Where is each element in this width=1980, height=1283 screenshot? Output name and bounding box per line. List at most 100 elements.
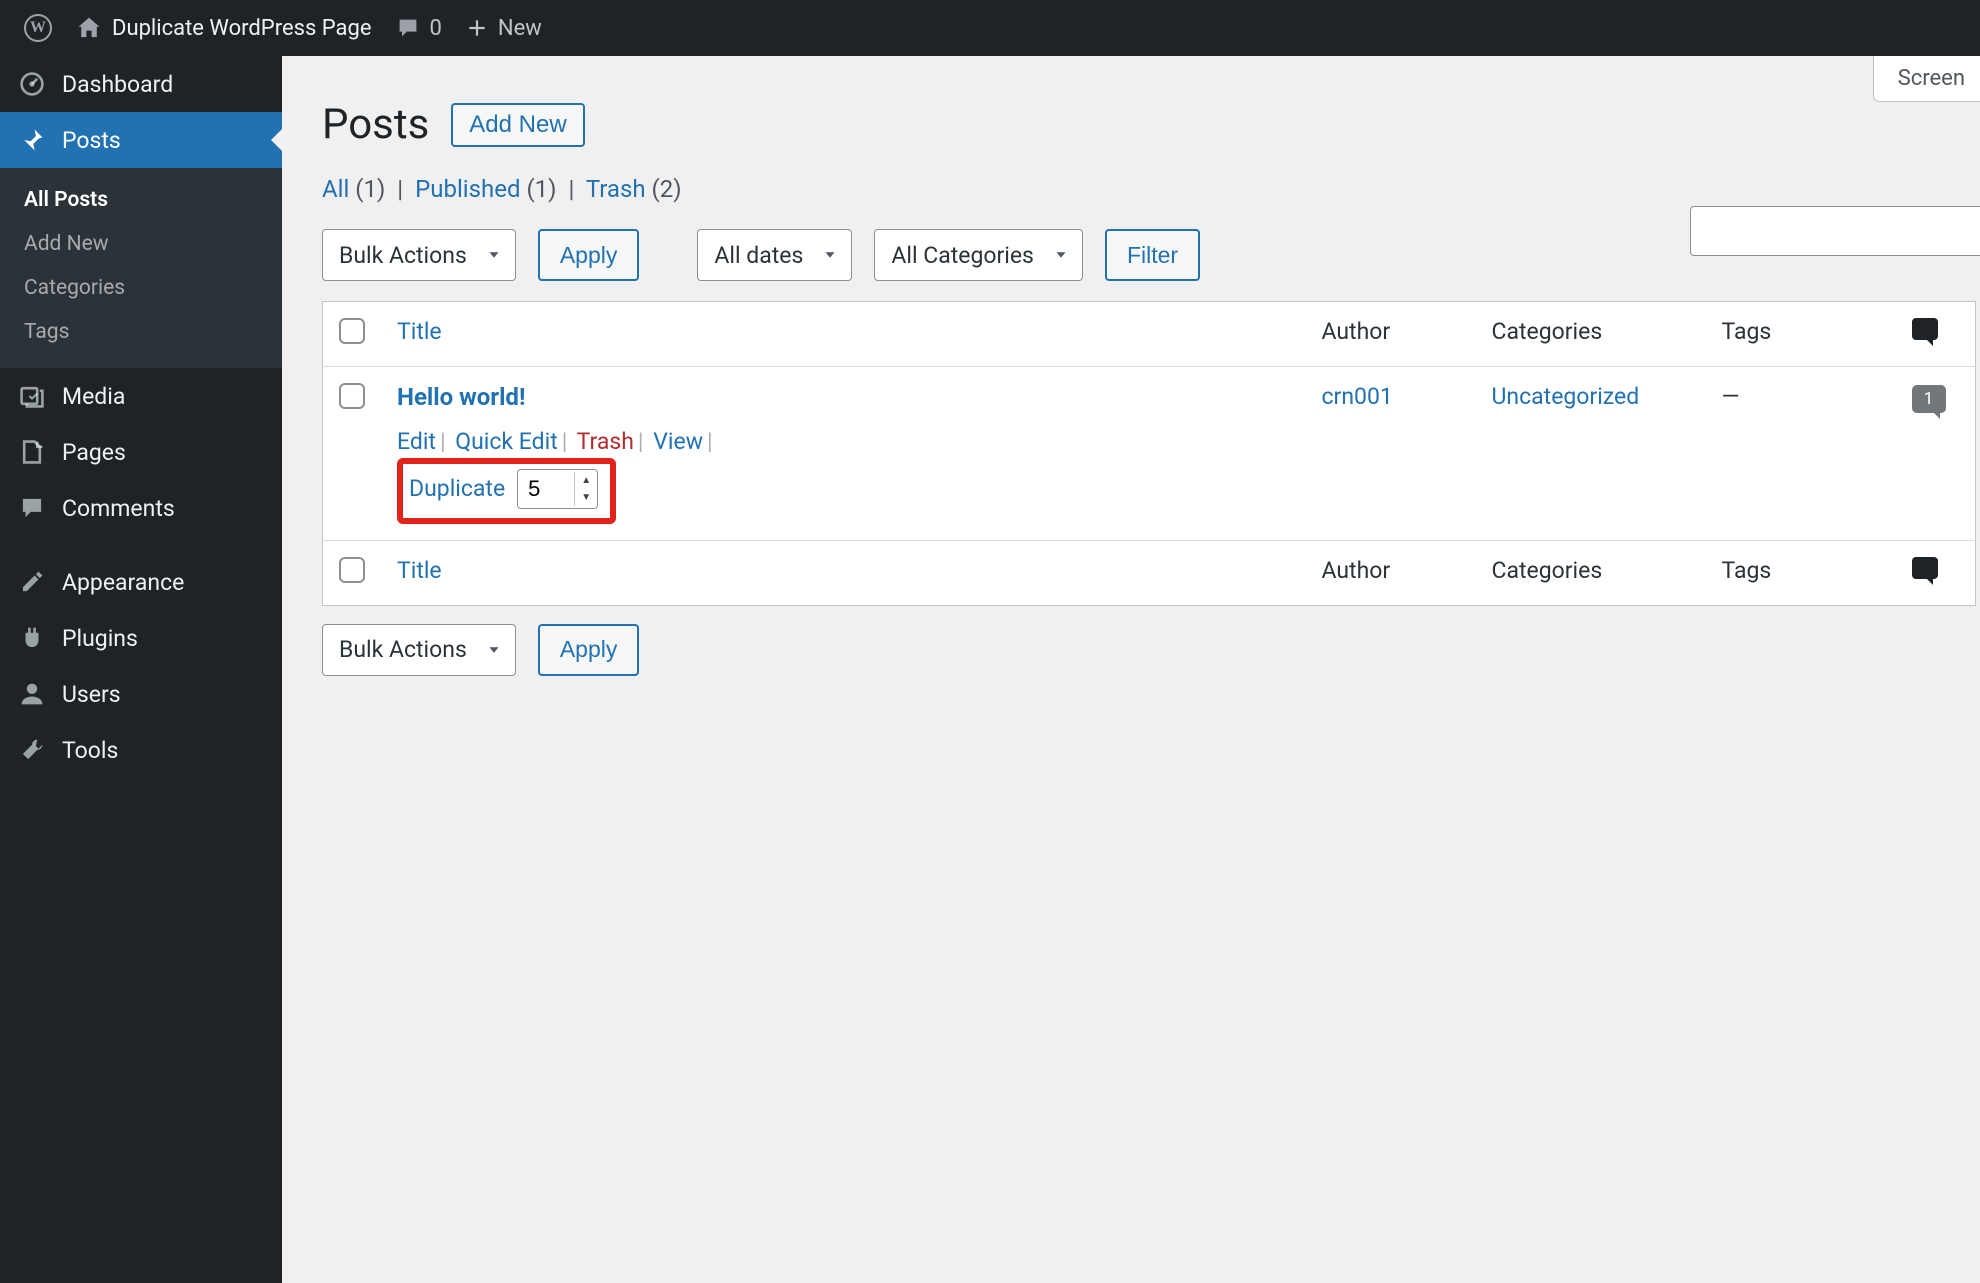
filter-trash-count: (2) [652,175,682,203]
sidebar-subitem-tags[interactable]: Tags [0,310,282,354]
sidebar-item-posts[interactable]: Posts [0,112,282,168]
column-categories-footer: Categories [1476,540,1706,605]
post-title-link[interactable]: Hello world! [397,383,525,411]
sidebar-item-pages[interactable]: Pages [0,424,282,480]
tools-icon [18,736,46,764]
apply-button-bottom[interactable]: Apply [538,624,640,676]
sidebar-item-label: Appearance [62,569,184,596]
sidebar-item-label: Tools [62,737,118,764]
page-title: Posts [322,100,429,149]
toolbar-new-label: New [498,16,542,41]
plus-icon [466,17,488,39]
filter-published-count: (1) [526,175,556,203]
dashboard-icon [18,70,46,98]
stepper-up-icon[interactable]: ▲ [575,472,597,489]
categories-filter-select[interactable]: All Categories [874,229,1083,281]
screen-options-tab[interactable]: Screen [1873,56,1980,102]
toolbar-comments-count: 0 [430,16,442,41]
main-content: Screen Posts Add New All (1) | Published… [282,56,1980,1283]
select-all-checkbox-footer[interactable] [339,557,365,583]
comment-count-badge[interactable]: 1 [1912,385,1946,413]
sidebar-item-label: Users [62,681,121,708]
sidebar-item-plugins[interactable]: Plugins [0,610,282,666]
sidebar-item-label: Comments [62,495,175,522]
filter-button[interactable]: Filter [1105,229,1200,281]
comment-icon [18,494,46,522]
search-input[interactable] [1690,206,1980,256]
plugin-icon [18,624,46,652]
filter-all[interactable]: All [322,175,349,203]
sidebar-item-users[interactable]: Users [0,666,282,722]
duplicate-count-stepper[interactable]: ▲ ▼ [517,469,598,509]
column-categories: Categories [1476,302,1706,367]
action-edit[interactable]: Edit [397,428,436,455]
comment-column-icon [1912,557,1938,579]
sidebar-submenu-posts: All Posts Add New Categories Tags [0,168,282,368]
action-view[interactable]: View [653,428,703,455]
sidebar-item-dashboard[interactable]: Dashboard [0,56,282,112]
tablenav-bottom: Bulk Actions Apply [322,624,1980,676]
sidebar-item-tools[interactable]: Tools [0,722,282,778]
sidebar-subitem-add-new[interactable]: Add New [0,222,282,266]
search-box [1690,206,1980,256]
post-tags: — [1706,367,1896,541]
action-quick-edit[interactable]: Quick Edit [455,428,557,455]
site-name: Duplicate WordPress Page [112,16,372,41]
add-new-button[interactable]: Add New [451,103,584,147]
column-title-footer[interactable]: Title [397,557,442,584]
duplicate-count-input[interactable] [528,476,574,502]
media-icon [18,382,46,410]
column-tags: Tags [1706,302,1896,367]
admin-toolbar: W Duplicate WordPress Page 0 New [0,0,1980,56]
sidebar-item-label: Media [62,383,125,410]
dates-filter-select[interactable]: All dates [697,229,852,281]
chevron-down-icon [821,246,839,264]
filter-all-count: (1) [355,175,385,203]
wp-logo-menu[interactable]: W [12,14,64,42]
sidebar-subitem-categories[interactable]: Categories [0,266,282,310]
bulk-actions-select[interactable]: Bulk Actions [322,229,516,281]
bulk-actions-select-bottom[interactable]: Bulk Actions [322,624,516,676]
home-icon [76,15,102,41]
stepper-down-icon[interactable]: ▼ [575,489,597,506]
sidebar-item-media[interactable]: Media [0,368,282,424]
select-all-checkbox[interactable] [339,318,365,344]
chevron-down-icon [485,641,503,659]
column-author-footer: Author [1306,540,1476,605]
post-category-link[interactable]: Uncategorized [1492,383,1640,410]
toolbar-new[interactable]: New [454,16,554,41]
user-icon [18,680,46,708]
column-comments [1896,302,1976,367]
sidebar-item-label: Plugins [62,625,138,652]
toolbar-comments[interactable]: 0 [384,16,454,41]
filter-trash[interactable]: Trash [586,175,646,203]
comment-column-icon [1912,318,1938,340]
pin-icon [18,126,46,154]
sidebar-item-comments[interactable]: Comments [0,480,282,536]
sidebar-item-label: Dashboard [62,71,173,98]
status-filter-links: All (1) | Published (1) | Trash (2) [322,175,1980,203]
admin-sidebar: Dashboard Posts All Posts Add New Catego… [0,56,282,1283]
column-author: Author [1306,302,1476,367]
appearance-icon [18,568,46,596]
action-trash[interactable]: Trash [577,428,634,455]
chevron-down-icon [485,246,503,264]
site-home-link[interactable]: Duplicate WordPress Page [64,15,384,41]
column-tags-footer: Tags [1706,540,1896,605]
action-duplicate[interactable]: Duplicate [409,468,505,509]
row-checkbox[interactable] [339,383,365,409]
post-author-link[interactable]: crn001 [1322,383,1393,410]
column-title[interactable]: Title [397,318,442,345]
sidebar-subitem-all-posts[interactable]: All Posts [0,178,282,222]
sidebar-item-label: Pages [62,439,126,466]
page-icon [18,438,46,466]
filter-published[interactable]: Published [415,175,520,203]
chevron-down-icon [1052,246,1070,264]
sidebar-item-appearance[interactable]: Appearance [0,554,282,610]
duplicate-highlight-box: Duplicate ▲ ▼ [397,458,616,523]
apply-button[interactable]: Apply [538,229,640,281]
column-comments-footer [1896,540,1976,605]
posts-table: Title Author Categories Tags Hello world… [322,301,1976,606]
row-actions: Edit| Quick Edit| Trash| View| Duplicate [397,421,1290,524]
wordpress-logo-icon: W [24,14,52,42]
